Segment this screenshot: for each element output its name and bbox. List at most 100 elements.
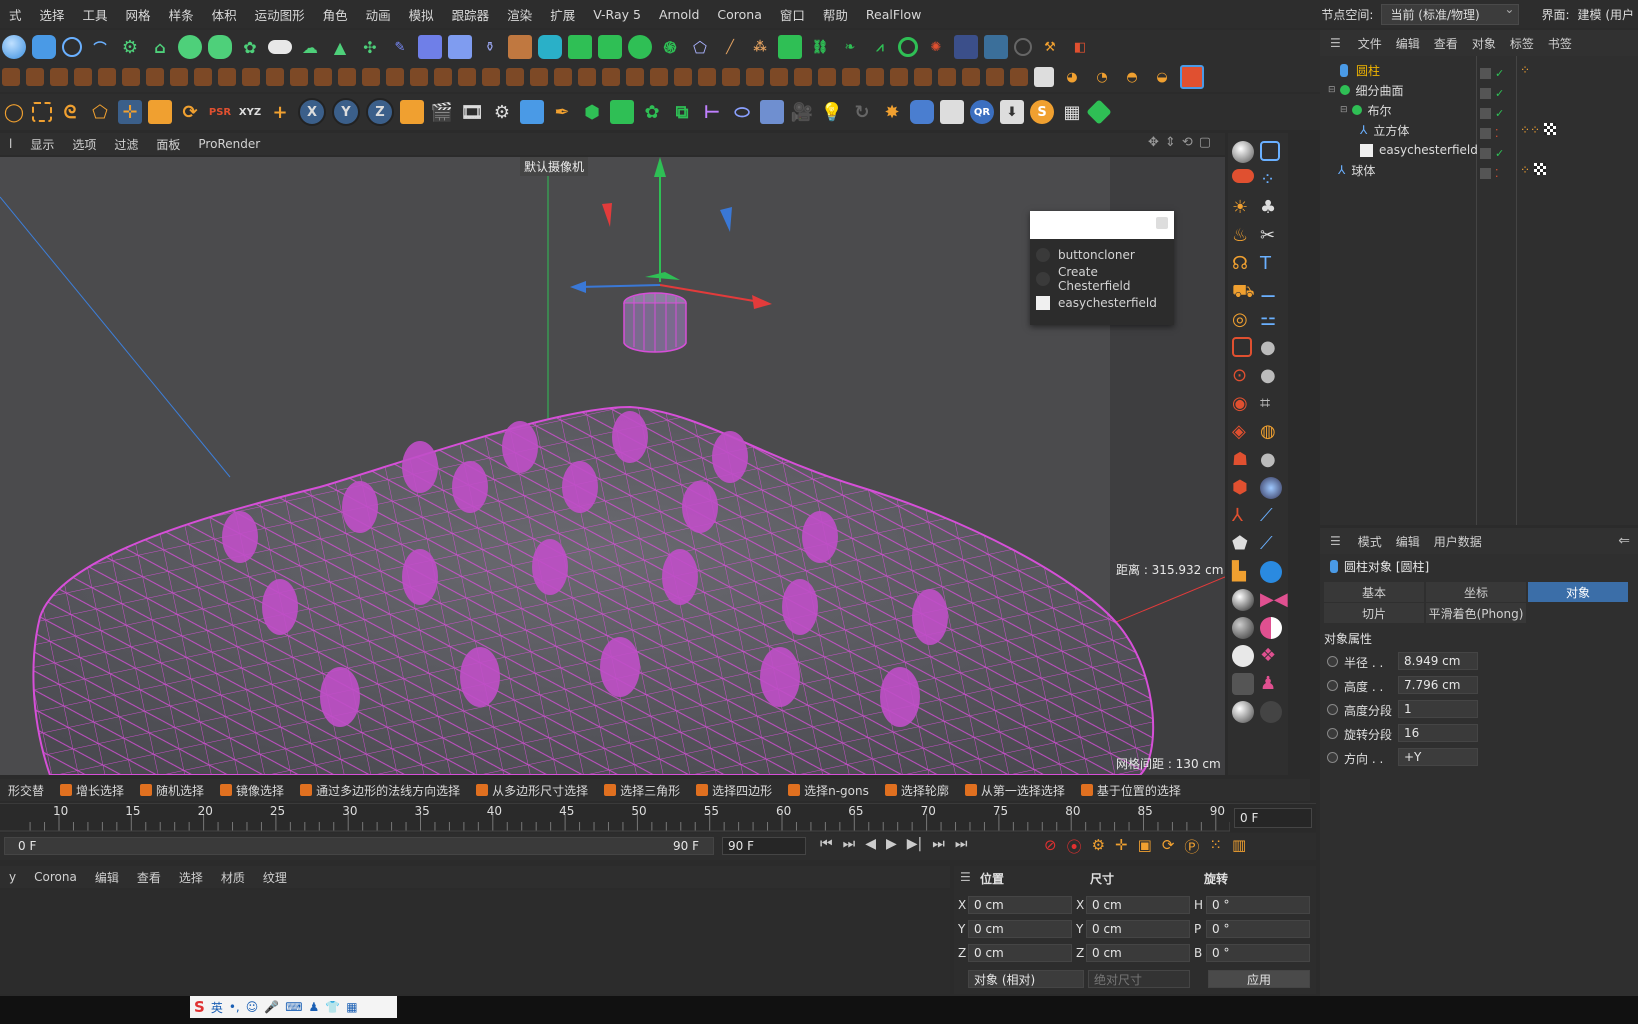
- download-icon[interactable]: ⬇: [1000, 100, 1024, 124]
- size-selection-button[interactable]: 从多边形尺寸选择: [468, 782, 596, 799]
- height-field[interactable]: 7.796 cm: [1398, 676, 1478, 694]
- popup-item-easychesterfield[interactable]: easychesterfield: [1030, 291, 1174, 315]
- tool-icon[interactable]: [626, 68, 644, 86]
- s-plugin-icon[interactable]: S: [1030, 100, 1054, 124]
- mat-menu-item[interactable]: Corona: [25, 870, 86, 884]
- camera-label[interactable]: 默认摄像机: [520, 157, 589, 176]
- gear-icon[interactable]: ⚙: [118, 35, 142, 59]
- cloner-green-icon[interactable]: ✿: [640, 100, 664, 124]
- bulb2-icon[interactable]: ☊: [1232, 253, 1254, 275]
- tool-icon[interactable]: [650, 68, 668, 86]
- menu-item[interactable]: 工具: [74, 5, 117, 24]
- sculpt-icon[interactable]: ●: [1260, 337, 1282, 359]
- xyz-icon[interactable]: XYZ: [238, 100, 262, 124]
- tree-row-boole[interactable]: ⊟ 布尔: [1340, 101, 1392, 119]
- menu-item[interactable]: 运动图形: [246, 5, 314, 24]
- explode-icon[interactable]: ✸: [880, 100, 904, 124]
- bars-icon[interactable]: ▙: [1232, 561, 1254, 583]
- tag-icon[interactable]: ⁘: [1520, 63, 1556, 83]
- om-menu-item[interactable]: 查看: [1427, 35, 1465, 52]
- flag-icon[interactable]: ▶◀: [1260, 589, 1288, 611]
- tool-icon[interactable]: [842, 68, 860, 86]
- cloud-icon[interactable]: ☁: [298, 35, 322, 59]
- diamond-icon[interactable]: [1086, 99, 1112, 125]
- popup-item-create-chesterfield[interactable]: Create Chesterfield: [1030, 265, 1174, 293]
- people-icon[interactable]: ♟: [1260, 673, 1282, 695]
- floor-icon[interactable]: [760, 100, 784, 124]
- extrude-icon[interactable]: [610, 100, 634, 124]
- cube-blue-icon[interactable]: [418, 35, 442, 59]
- am-menu-item[interactable]: 模式: [1351, 533, 1389, 550]
- hamburger-icon[interactable]: ☰: [960, 870, 971, 884]
- green-box-icon[interactable]: [568, 35, 592, 59]
- tool-icon[interactable]: [2, 68, 20, 86]
- animate-radio[interactable]: [1327, 704, 1338, 715]
- python-icon[interactable]: [910, 100, 934, 124]
- x-axis-lock-icon[interactable]: X: [298, 98, 326, 126]
- tool-icon[interactable]: [986, 68, 1004, 86]
- end-frame-field[interactable]: 90 F: [722, 837, 806, 855]
- check-icon[interactable]: ✓: [1495, 87, 1504, 100]
- om-menu-item[interactable]: 编辑: [1389, 35, 1427, 52]
- menu-item[interactable]: 样条: [160, 5, 203, 24]
- rot-h-field[interactable]: 0 °: [1206, 896, 1310, 914]
- frame-icon[interactable]: [1232, 337, 1252, 357]
- tree-row-easychesterfield[interactable]: easychesterfield: [1360, 141, 1478, 159]
- tool-icon[interactable]: [698, 68, 716, 86]
- tool-icon[interactable]: [386, 68, 404, 86]
- tag-icon[interactable]: ⁘: [1520, 163, 1530, 183]
- tree-row-sphere[interactable]: ⅄ 球体: [1338, 161, 1375, 179]
- go-end-icon[interactable]: ⏭: [955, 836, 968, 852]
- target-icon[interactable]: ⊙: [1232, 365, 1254, 387]
- cube-icon[interactable]: [520, 100, 544, 124]
- mat-menu-item[interactable]: 选择: [170, 869, 212, 886]
- tool-icon[interactable]: [194, 68, 212, 86]
- record-icon[interactable]: ⊘: [1044, 836, 1057, 857]
- layout-dropdown[interactable]: 建模 (用户: [1578, 6, 1635, 23]
- hamburger-icon[interactable]: ☰: [1320, 534, 1351, 548]
- timeline-icon[interactable]: ▥: [1232, 836, 1246, 857]
- tool-icon[interactable]: [962, 68, 980, 86]
- next-frame-icon[interactable]: ▶|: [907, 836, 922, 852]
- menu-item[interactable]: 窗口: [771, 5, 814, 24]
- green-sphere-icon[interactable]: [178, 35, 202, 59]
- tab-phong[interactable]: 平滑着色(Phong): [1426, 603, 1526, 623]
- menu-item[interactable]: 选择: [31, 5, 74, 24]
- height-segments-field[interactable]: 1: [1398, 700, 1478, 718]
- rect-select-icon[interactable]: [32, 102, 52, 122]
- dot-icon[interactable]: ⁚: [1495, 167, 1499, 180]
- animate-radio[interactable]: [1327, 752, 1338, 763]
- wedge-icon[interactable]: [508, 35, 532, 59]
- menu-item[interactable]: 模拟: [400, 5, 443, 24]
- tool-icon[interactable]: [242, 68, 260, 86]
- go-start-icon[interactable]: ⏮: [820, 836, 833, 852]
- car-icon[interactable]: [538, 35, 562, 59]
- select-tool-item[interactable]: 形交替: [0, 782, 52, 799]
- rot-key-icon[interactable]: ⟳: [1162, 836, 1175, 857]
- picture-viewer-icon[interactable]: [1180, 65, 1204, 89]
- orange-tool-icon[interactable]: ◔: [1090, 65, 1114, 89]
- stack-icon[interactable]: [598, 35, 622, 59]
- box-red-icon[interactable]: ⬢: [1232, 477, 1254, 499]
- tab-coord[interactable]: 坐标: [1426, 582, 1526, 602]
- menu-item[interactable]: 角色: [314, 5, 357, 24]
- rings-icon[interactable]: ◉: [1232, 393, 1254, 415]
- tool-icon[interactable]: [578, 68, 596, 86]
- layer-icon[interactable]: [1480, 67, 1491, 79]
- bulb-icon[interactable]: ♨: [1232, 225, 1254, 247]
- tool-icon[interactable]: [170, 68, 188, 86]
- shape-icon[interactable]: ◈: [1232, 421, 1254, 443]
- pos-z-field[interactable]: 0 cm: [968, 944, 1072, 962]
- tool-icon[interactable]: [218, 68, 236, 86]
- mat-menu-item[interactable]: 编辑: [86, 869, 128, 886]
- gray-ball-icon[interactable]: ●: [1260, 449, 1282, 471]
- cloner-icon[interactable]: ✿: [238, 35, 262, 59]
- render-region-icon[interactable]: [1034, 67, 1054, 87]
- green-frame-icon[interactable]: [778, 35, 802, 59]
- menu-item[interactable]: 式: [0, 5, 31, 24]
- tool-icon[interactable]: [338, 68, 356, 86]
- om-menu-item[interactable]: 对象: [1465, 35, 1503, 52]
- blue-ball-icon[interactable]: [1260, 477, 1282, 499]
- layer-icon[interactable]: [1480, 107, 1491, 119]
- menu-item[interactable]: 帮助: [814, 5, 857, 24]
